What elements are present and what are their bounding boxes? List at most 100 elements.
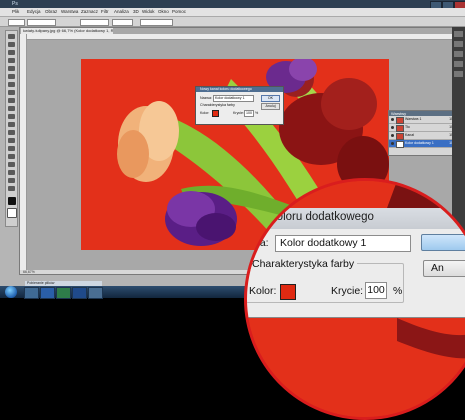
dialog-bottom-edge xyxy=(247,309,465,318)
path-selection-tool-icon[interactable] xyxy=(8,162,15,167)
layer-name: Kolor dodatkowy 1 xyxy=(405,141,434,145)
opacity-input[interactable]: 100 xyxy=(365,282,387,299)
browser-taskbar-icon[interactable] xyxy=(40,287,55,299)
tools-panel xyxy=(5,30,18,227)
options-bar xyxy=(0,17,465,27)
dialog-title: anał koloru dodatkowego xyxy=(246,211,374,223)
zoom-tool-icon[interactable] xyxy=(8,186,15,191)
gradient-tool-icon[interactable] xyxy=(8,122,15,127)
menu-file[interactable]: Plik xyxy=(12,8,19,16)
channels-panel-icon[interactable] xyxy=(454,71,463,77)
vertical-ruler xyxy=(20,34,27,270)
dialog-thumbnail-cancel-button[interactable]: Anuluj xyxy=(261,103,280,110)
options-field-2[interactable] xyxy=(80,19,109,26)
layer-thumbnail xyxy=(396,133,404,140)
color-label: Kolor: xyxy=(249,285,277,297)
zoom-magnifier: anał koloru dodatkowego zwa: Kolor dodat… xyxy=(244,178,465,420)
eye-icon[interactable] xyxy=(391,134,394,137)
dialog-thumbnail-color-label: Kolor: xyxy=(200,111,210,115)
window-taskbar-icon[interactable] xyxy=(88,287,103,299)
dialog-thumbnail: Nowy kanał koloru dodatkowego Nazwa: Kol… xyxy=(195,86,284,125)
ps-logo: Ps xyxy=(12,1,18,7)
dodge-tool-icon[interactable] xyxy=(8,138,15,143)
history-panel-icon[interactable] xyxy=(454,61,463,67)
menu-edit[interactable]: Edycja xyxy=(27,8,41,16)
menu-view[interactable]: Widok xyxy=(142,8,155,16)
clone-stamp-tool-icon[interactable] xyxy=(8,98,15,103)
menu-3d[interactable]: 3D xyxy=(133,8,139,16)
pen-tool-icon[interactable] xyxy=(8,146,15,151)
move-tool-icon[interactable] xyxy=(8,34,15,39)
dialog-thumbnail-opacity-input[interactable]: 100 xyxy=(244,110,254,117)
menu-select[interactable]: Zaznacz xyxy=(81,8,98,16)
dialog-thumbnail-group-label: Charakterystyka farby xyxy=(200,103,235,107)
photoshop-taskbar-icon[interactable] xyxy=(72,287,87,299)
layer-name: Warstwa 1 xyxy=(405,117,422,121)
dialog-title-bar: anał koloru dodatkowego xyxy=(247,208,465,229)
dialog-thumbnail-title: Nowy kanał koloru dodatkowego xyxy=(196,87,283,92)
cancel-button[interactable]: An xyxy=(423,260,465,277)
swatches-panel-icon[interactable] xyxy=(454,41,463,47)
menu-analysis[interactable]: Analiza xyxy=(114,8,129,16)
start-button[interactable] xyxy=(5,286,17,298)
crop-tool-icon[interactable] xyxy=(8,66,15,71)
dialog-thumbnail-opacity-label: Krycie: xyxy=(233,111,244,115)
dialog-thumbnail-name-label: Nazwa: xyxy=(200,96,212,100)
tool-preset-picker[interactable] xyxy=(8,19,25,26)
blur-tool-icon[interactable] xyxy=(8,130,15,135)
dialog-thumbnail-name-input[interactable]: Kolor dodatkowy 1 xyxy=(213,95,254,102)
opacity-unit: % xyxy=(393,285,403,297)
ink-characteristics-label: Charakterystyka farby xyxy=(249,258,358,270)
menu-bar: Plik Edycja Obraz Warstwa Zaznacz Filtr … xyxy=(0,8,465,17)
adjustments-panel-icon[interactable] xyxy=(454,51,463,57)
ink-color-swatch[interactable] xyxy=(280,284,296,300)
layer-name: Tło xyxy=(405,125,410,129)
healing-brush-tool-icon[interactable] xyxy=(8,82,15,87)
lasso-tool-icon[interactable] xyxy=(8,50,15,55)
marquee-tool-icon[interactable] xyxy=(8,42,15,47)
media-taskbar-icon[interactable] xyxy=(56,287,71,299)
eye-icon[interactable] xyxy=(391,118,394,121)
name-label: zwa: xyxy=(247,237,269,249)
eyedropper-tool-icon[interactable] xyxy=(8,74,15,79)
foreground-color-icon[interactable] xyxy=(7,197,16,205)
options-field-3[interactable] xyxy=(112,19,133,26)
history-brush-tool-icon[interactable] xyxy=(8,106,15,111)
menu-filter[interactable]: Filtr xyxy=(101,8,109,16)
layers-panel: Warstwy Warstwa 1 100 % Tło 100 % Kanał … xyxy=(388,110,462,156)
hand-tool-icon[interactable] xyxy=(8,178,15,183)
layer-row[interactable]: Tło 100 % xyxy=(389,124,461,132)
opacity-label: Krycie: xyxy=(331,285,364,297)
horizontal-ruler xyxy=(26,34,457,40)
menu-help[interactable]: Pomoc xyxy=(172,8,186,16)
options-field-4[interactable] xyxy=(140,19,173,26)
explorer-taskbar-icon[interactable] xyxy=(24,287,39,299)
menu-image[interactable]: Obraz xyxy=(45,8,57,16)
dialog-thumbnail-color-swatch[interactable] xyxy=(212,110,219,117)
menu-window[interactable]: Okno xyxy=(158,8,169,16)
shape-tool-icon[interactable] xyxy=(8,170,15,175)
color-panel-icon[interactable] xyxy=(454,31,463,37)
layer-thumbnail xyxy=(396,117,404,124)
background-color-icon[interactable] xyxy=(6,208,17,218)
layer-row[interactable]: Warstwa 1 100 % xyxy=(389,116,461,124)
options-field-1[interactable] xyxy=(27,19,56,26)
eye-icon[interactable] xyxy=(391,126,394,129)
magic-wand-tool-icon[interactable] xyxy=(8,58,15,63)
dialog-thumbnail-opacity-unit: % xyxy=(255,111,259,115)
layer-row[interactable]: Kanał 100 % xyxy=(389,132,461,140)
ok-button[interactable] xyxy=(421,234,465,251)
dialog-thumbnail-ok-button[interactable]: OK xyxy=(261,95,280,102)
type-tool-icon[interactable] xyxy=(8,154,15,159)
name-input[interactable]: Kolor dodatkowy 1 xyxy=(275,235,411,252)
layer-thumbnail xyxy=(396,125,404,132)
menu-layer[interactable]: Warstwa xyxy=(61,8,78,16)
layer-row-selected[interactable]: Kolor dodatkowy 1 100 % xyxy=(389,140,461,148)
brush-tool-icon[interactable] xyxy=(8,90,15,95)
spot-channel-dialog: zwa: Kolor dodatkowy 1 Charakterystyka f… xyxy=(247,229,465,309)
layer-thumbnail xyxy=(396,141,404,148)
layer-name: Kanał xyxy=(405,133,414,137)
eraser-tool-icon[interactable] xyxy=(8,114,15,119)
eye-icon[interactable] xyxy=(391,142,394,145)
title-bar: Ps xyxy=(0,0,465,9)
